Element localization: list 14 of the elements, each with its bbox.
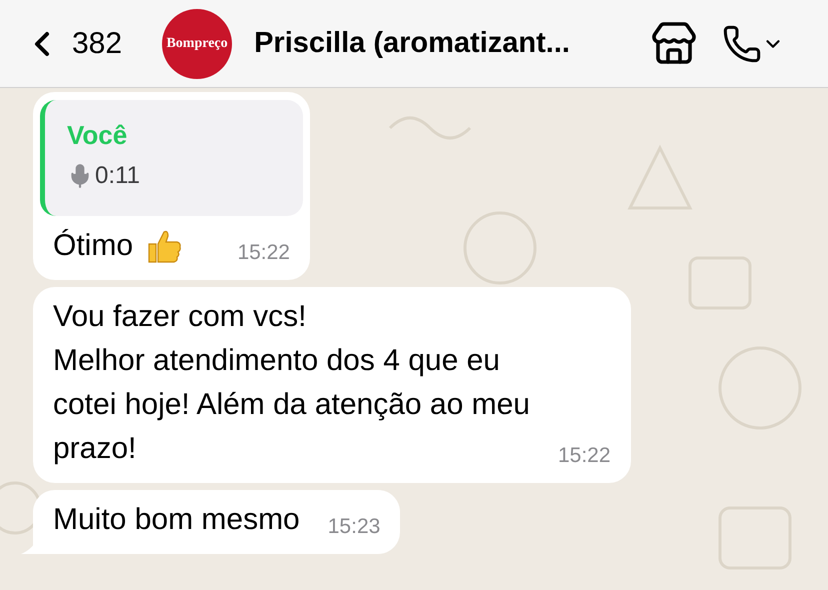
- message-time: 15:22: [556, 443, 611, 469]
- message-text: Muito bom mesmo: [53, 502, 300, 538]
- message-time: 15:23: [326, 514, 380, 540]
- avatar-logo: Bompreço: [166, 35, 228, 53]
- quote-author: Você: [67, 120, 128, 150]
- contact-avatar[interactable]: Bompreço: [162, 8, 232, 78]
- contact-name[interactable]: Priscilla (aromatizant...: [254, 22, 570, 66]
- audio-duration: 0:11: [95, 161, 140, 191]
- phone-icon[interactable]: [722, 24, 762, 64]
- message-time: 15:22: [236, 240, 290, 266]
- message-text: Ótimo: [53, 228, 134, 264]
- quoted-message[interactable]: Você 0:11: [40, 100, 303, 216]
- message-text: Vou fazer com vcs! Melhor atendimento dos 4 que eu cotei hoje! Além da atenção ao meu prazo!: [53, 299, 530, 467]
- back-button[interactable]: 382: [22, 21, 122, 66]
